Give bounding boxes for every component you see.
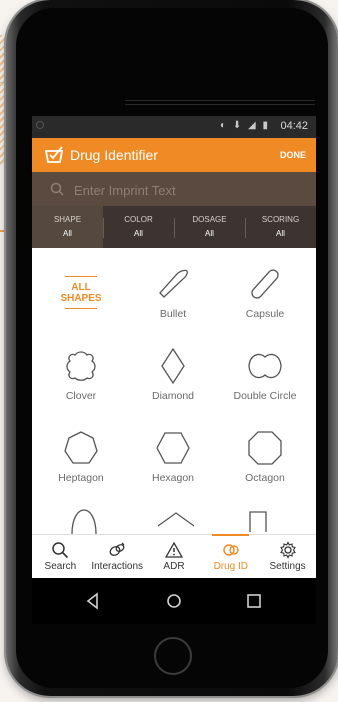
shape-hexagon[interactable]: Hexagon <box>128 422 218 504</box>
shape-label: Octagon <box>245 472 285 484</box>
done-button[interactable]: DONE <box>280 150 306 160</box>
shape-octagon[interactable]: Octagon <box>220 422 310 504</box>
partial-shape-icon <box>249 511 267 532</box>
shape-heptagon[interactable]: Heptagon <box>36 422 126 504</box>
phone-speaker <box>125 104 315 105</box>
all-shapes-divider <box>65 276 97 277</box>
app-screen: ◐ ⬇ ◢ ▮ 04:42 Drug Identifier DONE SHAPE… <box>32 116 316 624</box>
recents-icon[interactable] <box>245 592 263 610</box>
filter-label: SCORING <box>261 215 300 224</box>
partial-shape-icon <box>71 509 97 534</box>
adr-icon <box>164 541 183 558</box>
filter-label: COLOR <box>124 215 153 224</box>
interactions-icon <box>109 542 125 556</box>
clover-icon <box>66 351 96 381</box>
tab-settings[interactable]: Settings <box>259 535 316 578</box>
shape-label: Diamond <box>151 390 195 402</box>
gear-icon <box>279 541 296 559</box>
tab-label: ADR <box>163 561 185 572</box>
home-icon[interactable] <box>165 592 183 610</box>
filter-shape[interactable]: SHAPE All <box>32 206 103 248</box>
octagon-icon <box>248 431 282 465</box>
filter-dosage[interactable]: DOSAGE All <box>174 206 245 248</box>
bottom-tab-bar: Search Interactions ADR Drug ID Settings <box>32 534 316 578</box>
search-icon <box>52 542 69 559</box>
shape-label: Heptagon <box>58 472 104 484</box>
tab-label: Drug ID <box>213 561 249 572</box>
status-bar: ◐ ⬇ ◢ ▮ 04:42 <box>32 116 316 138</box>
tab-search[interactable]: Search <box>32 535 89 578</box>
imprint-search-bar <box>32 172 316 206</box>
diamond-icon <box>161 348 185 384</box>
shape-grid: ALL SHAPES Bullet Capsule Clover Diamond… <box>32 248 316 560</box>
drug-identifier-logo-icon <box>44 146 64 163</box>
app-bar: Drug Identifier DONE <box>32 138 316 172</box>
bullet-icon <box>159 269 188 298</box>
tab-label: Settings <box>269 561 306 572</box>
status-icons: ◐ ⬇ ◢ ▮ <box>220 120 270 131</box>
phone-home-button[interactable] <box>154 637 192 675</box>
imprint-text-input[interactable] <box>74 180 294 200</box>
shape-label: Capsule <box>245 308 285 320</box>
app-title: Drug Identifier <box>70 147 158 163</box>
notification-icon <box>36 121 44 129</box>
capsule-icon <box>251 269 279 299</box>
tab-drug-id[interactable]: Drug ID <box>202 534 259 578</box>
shape-diamond[interactable]: Diamond <box>128 340 218 422</box>
shape-bullet[interactable]: Bullet <box>128 258 218 340</box>
tab-label: Search <box>44 561 77 572</box>
drug-id-icon <box>223 544 239 556</box>
phone-speaker <box>125 100 315 101</box>
stage: ◐ ⬇ ◢ ▮ 04:42 Drug Identifier DONE SHAPE… <box>0 0 338 702</box>
filter-value: All <box>205 229 214 238</box>
filter-color[interactable]: COLOR All <box>103 206 174 248</box>
shape-all[interactable]: ALL SHAPES <box>36 258 126 340</box>
filter-label: DOSAGE <box>192 215 227 224</box>
shape-label: Bullet <box>159 308 187 320</box>
filter-scoring[interactable]: SCORING All <box>245 206 316 248</box>
search-icon <box>50 182 64 196</box>
shape-clover[interactable]: Clover <box>36 340 126 422</box>
status-time: 04:42 <box>280 120 308 132</box>
shape-all-label: ALL SHAPES <box>60 282 102 304</box>
tab-interactions[interactable]: Interactions <box>89 535 146 578</box>
all-shapes-divider <box>65 308 97 309</box>
android-nav-bar <box>32 578 316 624</box>
filter-value: All <box>276 229 285 238</box>
filter-label: SHAPE <box>53 215 82 224</box>
shape-label: Double Circle <box>233 390 297 402</box>
shape-capsule[interactable]: Capsule <box>220 258 310 340</box>
shape-label: Clover <box>65 390 97 402</box>
hexagon-icon <box>156 432 190 464</box>
shape-double-circle[interactable]: Double Circle <box>220 340 310 422</box>
back-icon[interactable] <box>84 592 102 610</box>
filter-bar: SHAPE All COLOR All DOSAGE All SCORING A… <box>32 206 316 248</box>
double-circle-icon <box>248 353 282 379</box>
partial-shape-icon <box>157 512 195 527</box>
tab-adr[interactable]: ADR <box>146 535 203 578</box>
filter-value: All <box>134 229 143 238</box>
tab-label: Interactions <box>91 561 144 572</box>
shape-label: Hexagon <box>151 472 195 484</box>
heptagon-icon <box>64 431 98 464</box>
filter-value: All <box>63 229 72 238</box>
